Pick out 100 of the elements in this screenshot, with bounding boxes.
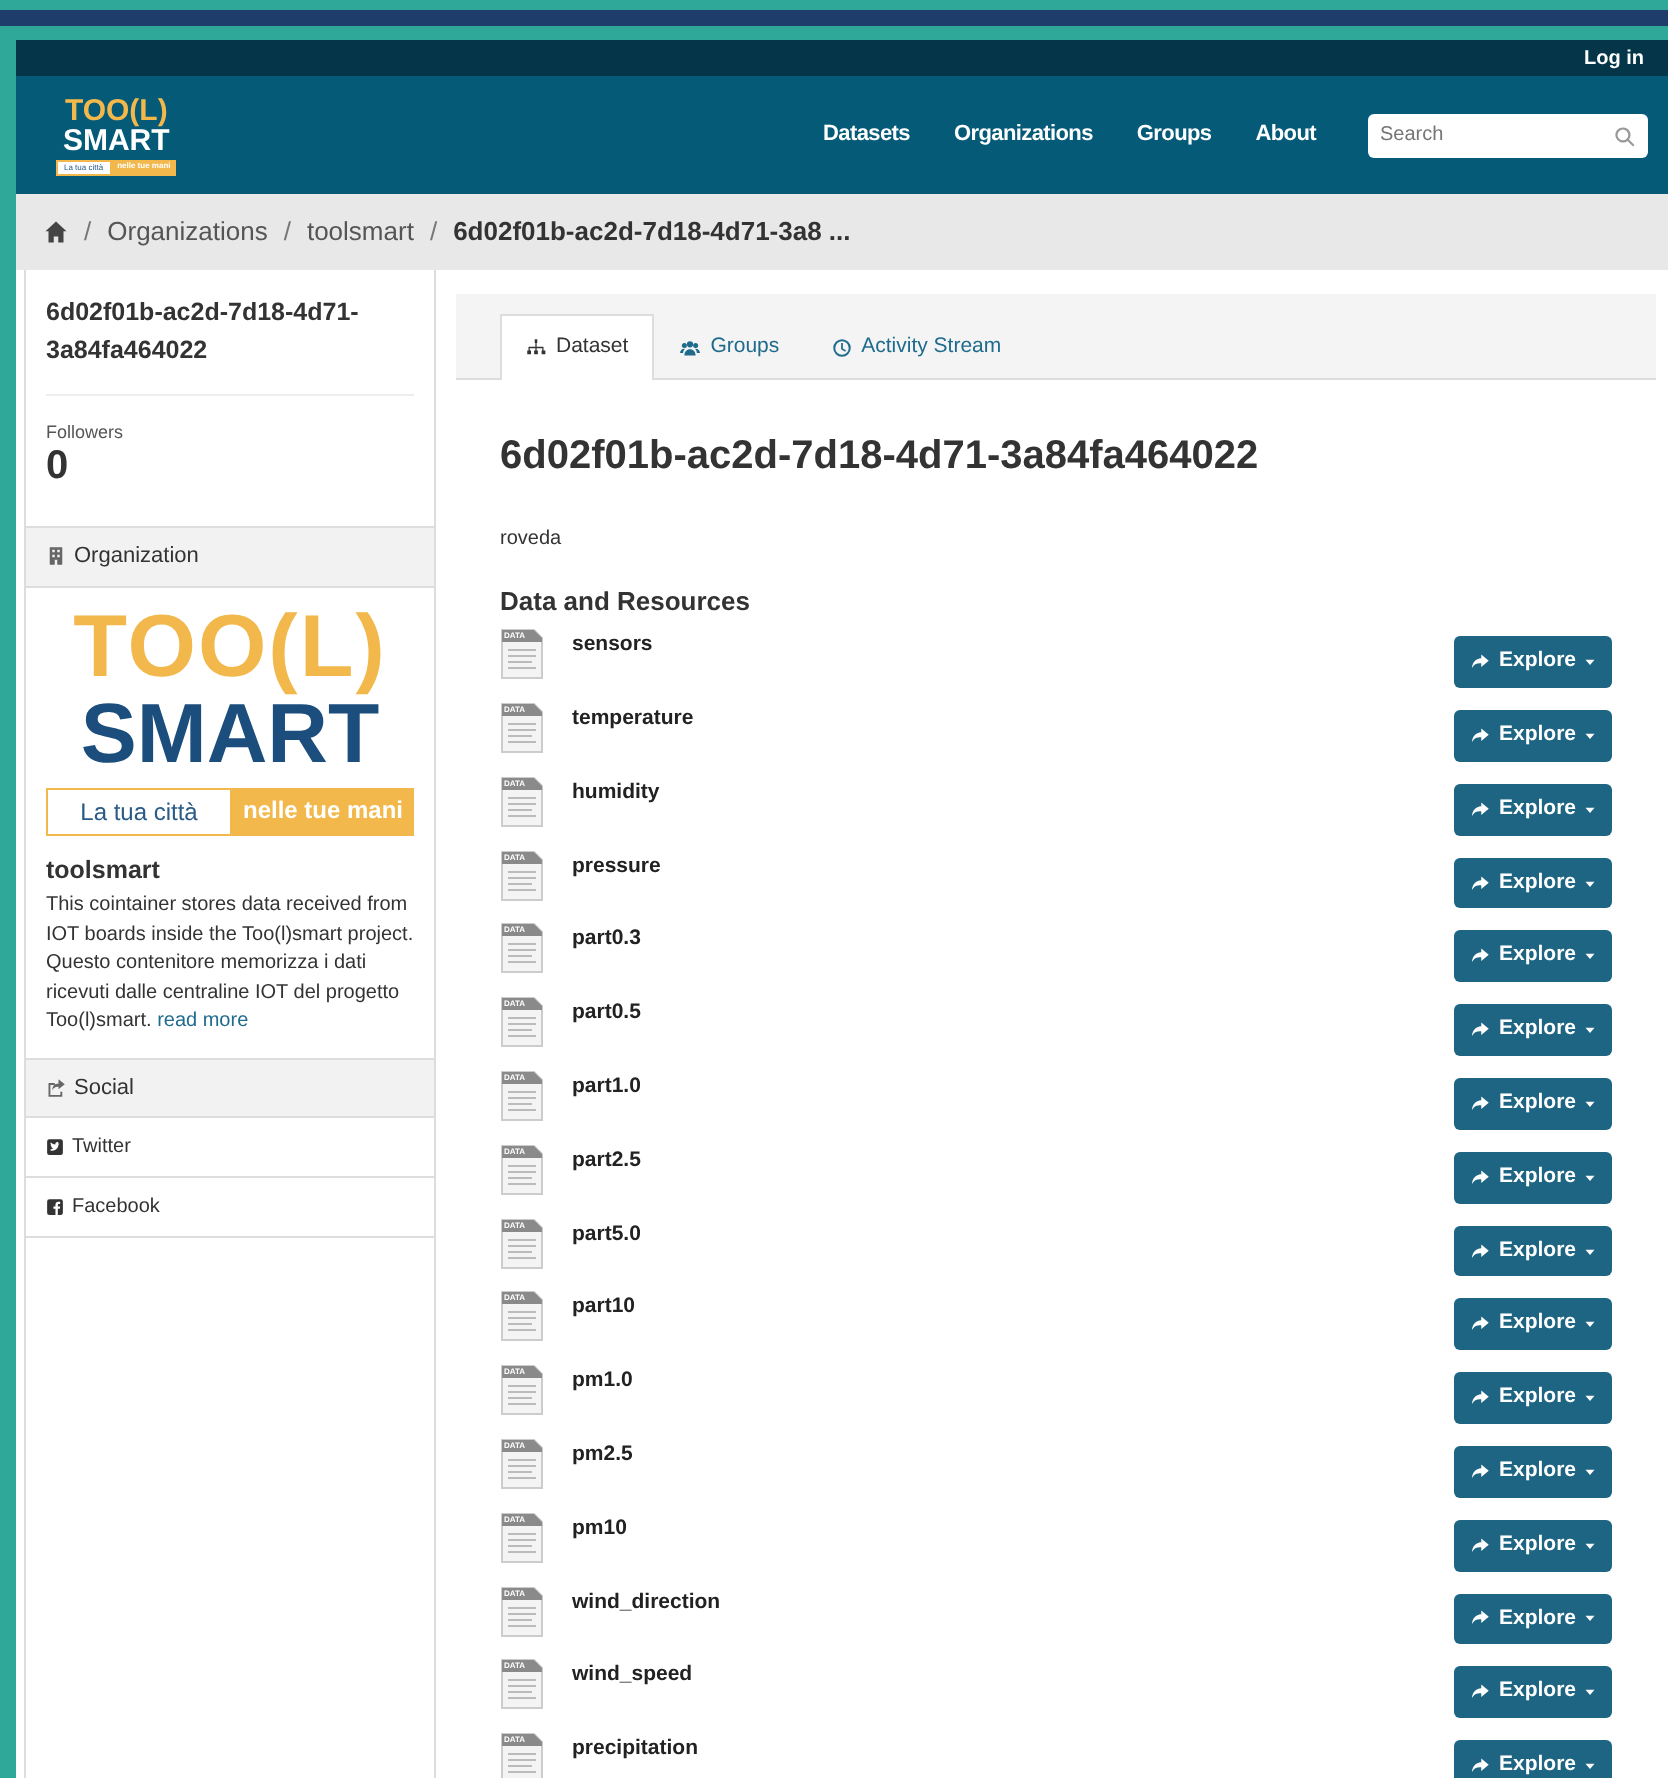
share-arrow-icon — [1470, 1682, 1491, 1703]
breadcrumb-current[interactable]: 6d02f01b-ac2d-7d18-4d71-3a8 ... — [453, 212, 851, 252]
breadcrumb-separator: / — [283, 214, 291, 251]
caret-icon — [1584, 1097, 1596, 1110]
tab[interactable]: Dataset — [500, 314, 655, 380]
explore-button[interactable]: Explore — [1454, 783, 1612, 836]
share-arrow-icon — [1470, 1461, 1491, 1482]
resource-name[interactable]: humidity — [572, 777, 660, 810]
tab[interactable]: Activity Stream — [805, 314, 1028, 380]
tab[interactable]: Groups — [654, 314, 806, 380]
share-arrow-icon — [1470, 1167, 1491, 1188]
explore-button[interactable]: Explore — [1454, 857, 1612, 909]
resource-name[interactable]: temperature — [572, 704, 694, 736]
explore-button[interactable]: Explore — [1454, 710, 1612, 762]
caret-icon — [1584, 729, 1596, 742]
caret-icon — [1584, 803, 1596, 816]
resource-name[interactable]: part5.0 — [572, 1219, 641, 1251]
home-icon — [44, 220, 68, 244]
resource-name[interactable]: pm1.0 — [572, 1366, 633, 1398]
share-arrow-icon — [1470, 1608, 1491, 1629]
section-heading: Organization — [74, 542, 199, 572]
explore-button[interactable]: Explore — [1454, 1298, 1612, 1351]
resource-name[interactable]: wind_direction — [572, 1587, 721, 1619]
explore-button[interactable]: Explore — [1454, 1225, 1612, 1277]
share-arrow-icon — [1470, 799, 1491, 820]
explore-button[interactable]: Explore — [1454, 930, 1612, 983]
caret-icon — [1584, 877, 1596, 890]
search-field[interactable]: Search — [1368, 113, 1648, 157]
organization-description: This cointainer stores data received from IOT boards inside the Too(l)smart project. Questo contenitore memorizza i dati ricevuti dalle centraline IOT del progetto Too(l)smart. read more — [46, 892, 414, 1037]
share-arrow-icon — [1470, 1020, 1491, 1041]
share-icon — [46, 1078, 66, 1098]
sidebar-title: 6d02f01b-ac2d-7d18-4d71-3a84fa464022 — [46, 294, 414, 395]
explore-button[interactable]: Explore — [1454, 1666, 1612, 1719]
caret-icon — [1584, 1539, 1596, 1552]
resource-name[interactable]: sensors — [572, 630, 653, 662]
login-link[interactable]: Log in — [1584, 43, 1644, 73]
share-arrow-icon — [1470, 1093, 1491, 1114]
caret-icon — [1584, 1612, 1596, 1625]
caret-icon — [1584, 1171, 1596, 1184]
resource-name[interactable]: precipitation — [572, 1734, 699, 1766]
organization-name: toolsmart — [46, 853, 162, 887]
resource-name[interactable]: wind_speed — [572, 1660, 693, 1693]
breadcrumb-link[interactable]: toolsmart — [306, 212, 414, 252]
share-arrow-icon — [1470, 1241, 1491, 1261]
share-arrow-icon — [1470, 725, 1491, 746]
hierarchy-icon — [526, 337, 546, 358]
caret-icon — [1584, 1024, 1596, 1037]
caret-icon — [1584, 1245, 1596, 1257]
resource-name[interactable]: part2.5 — [572, 1145, 641, 1178]
search-icon — [1614, 125, 1636, 147]
nav-link[interactable]: Groups — [1136, 118, 1212, 152]
share-arrow-icon — [1470, 1314, 1491, 1335]
followers-count: 0 — [46, 446, 71, 492]
explore-button[interactable]: Explore — [1454, 1593, 1612, 1645]
facebook-icon — [46, 1198, 64, 1217]
caret-icon — [1584, 1760, 1596, 1773]
resource-name[interactable]: pm2.5 — [572, 1440, 633, 1472]
social-link[interactable]: Facebook — [72, 1192, 160, 1223]
breadcrumb-separator: / — [84, 214, 92, 251]
caret-icon — [1584, 1392, 1596, 1405]
explore-button[interactable]: Explore — [1454, 1372, 1612, 1424]
share-arrow-icon — [1470, 652, 1491, 673]
explore-button[interactable]: Explore — [1454, 1004, 1612, 1056]
followers-label: Followers — [46, 419, 126, 445]
share-arrow-icon — [1470, 873, 1491, 894]
resource-name[interactable]: pressure — [572, 851, 661, 883]
breadcrumb-separator: / — [429, 214, 438, 251]
read-more-link[interactable]: read more — [157, 1010, 249, 1033]
section-heading: Social — [74, 1073, 134, 1104]
explore-button[interactable]: Explore — [1454, 1446, 1612, 1498]
explore-button[interactable]: Explore — [1454, 1740, 1612, 1778]
explore-button[interactable]: Explore — [1454, 636, 1612, 688]
resource-name[interactable]: pm10 — [572, 1513, 627, 1546]
caret-icon — [1584, 1686, 1596, 1699]
resource-name[interactable]: part0.3 — [572, 924, 641, 957]
share-arrow-icon — [1470, 946, 1491, 967]
explore-button[interactable]: Explore — [1454, 1078, 1612, 1130]
resources-heading: Data and Resources — [500, 583, 752, 620]
caret-icon — [1584, 1318, 1596, 1331]
share-arrow-icon — [1470, 1535, 1491, 1556]
caret-icon — [1584, 950, 1596, 963]
caret-icon — [1584, 1465, 1596, 1478]
dataset-title: 6d02f01b-ac2d-7d18-4d71-3a84fa464022 — [500, 431, 1261, 480]
twitter-icon — [46, 1138, 64, 1157]
share-arrow-icon — [1470, 1756, 1491, 1777]
explore-button[interactable]: Explore — [1454, 1151, 1612, 1204]
people-icon — [680, 337, 701, 358]
organization-logo: TOO(L) SMART La tua città nelle tue mani — [46, 603, 414, 835]
resource-name[interactable]: part0.5 — [572, 998, 641, 1030]
social-link[interactable]: Twitter — [72, 1132, 131, 1163]
nav-link[interactable]: Datasets — [823, 118, 910, 152]
dataset-author: roveda — [500, 525, 564, 554]
caret-icon — [1584, 656, 1596, 669]
explore-button[interactable]: Explore — [1454, 1519, 1612, 1572]
breadcrumb-link[interactable]: Organizations — [107, 212, 268, 252]
resource-name[interactable]: part1.0 — [572, 1072, 641, 1104]
resource-name[interactable]: part10 — [572, 1292, 636, 1325]
share-arrow-icon — [1470, 1388, 1491, 1409]
nav-link[interactable]: Organizations — [953, 118, 1093, 152]
nav-link[interactable]: About — [1255, 118, 1316, 152]
